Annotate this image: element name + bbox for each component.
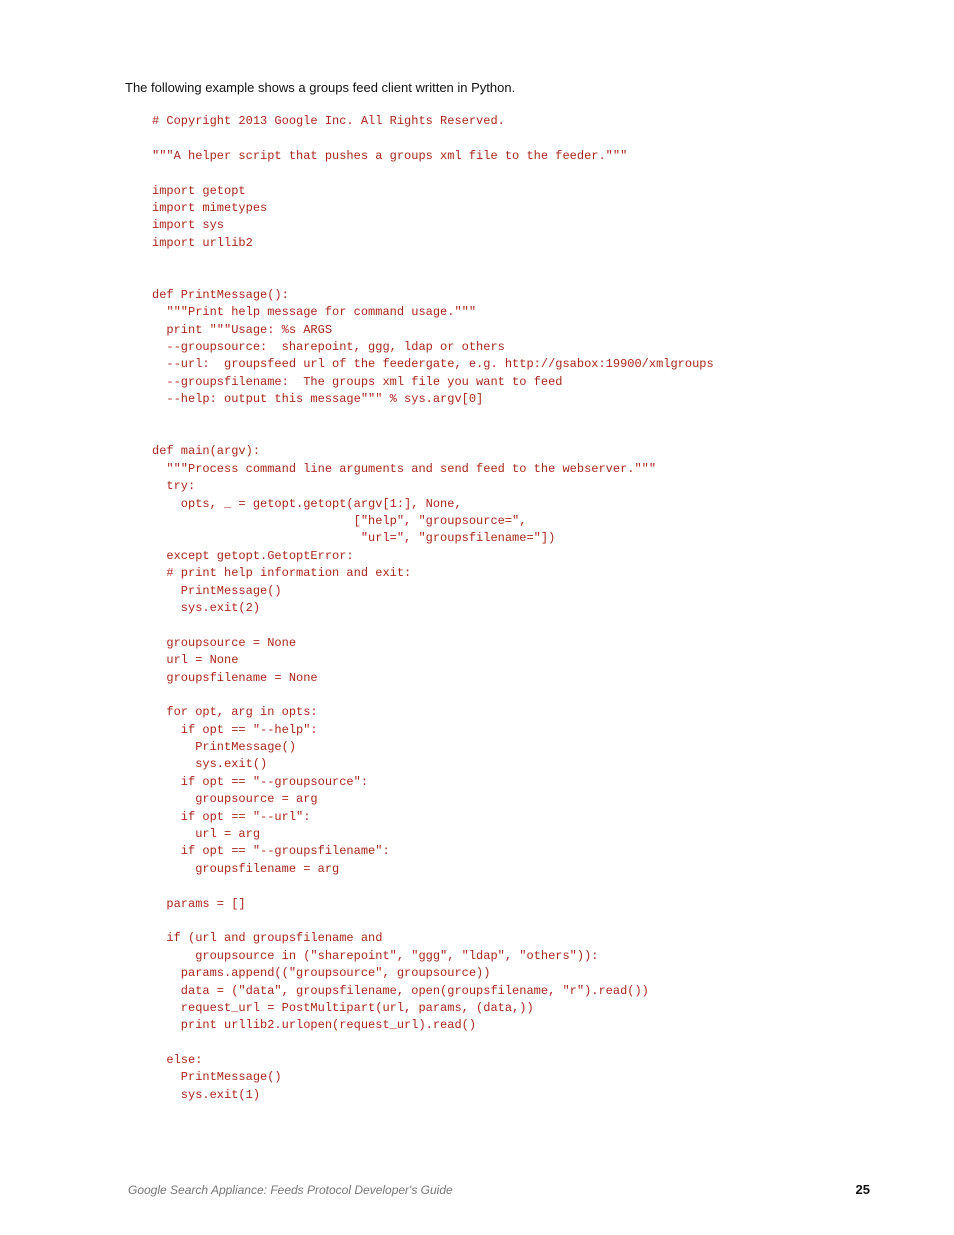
page-footer: Google Search Appliance: Feeds Protocol … — [128, 1182, 870, 1197]
code-block: # Copyright 2013 Google Inc. All Rights … — [152, 113, 870, 1104]
footer-title: Google Search Appliance: Feeds Protocol … — [128, 1183, 453, 1197]
intro-text: The following example shows a groups fee… — [125, 80, 870, 95]
page: The following example shows a groups fee… — [0, 0, 954, 1235]
footer-page-number: 25 — [856, 1182, 870, 1197]
